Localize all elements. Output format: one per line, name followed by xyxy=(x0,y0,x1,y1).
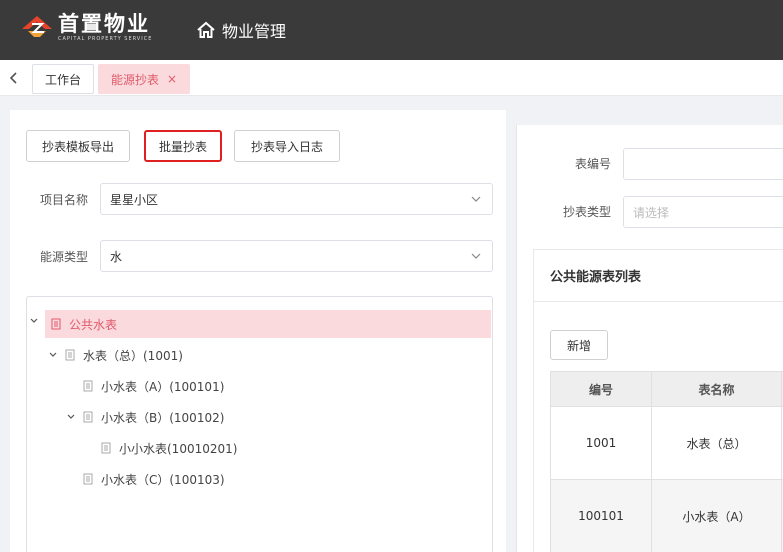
column-header-number[interactable]: 编号 xyxy=(550,372,652,406)
document-icon xyxy=(83,380,93,392)
logo-english-name: CAPITAL PROPERTY SERVICE xyxy=(58,36,153,42)
tree-node-label: 小水表（B）(100102) xyxy=(101,410,225,425)
logo-chinese-name: 首置物业 xyxy=(58,11,150,36)
document-icon xyxy=(65,349,75,361)
tree-node-label: 公共水表 xyxy=(69,317,118,332)
tab-label: 能源抄表 xyxy=(111,72,160,87)
batch-read-button[interactable]: 批量抄表 xyxy=(144,130,222,162)
energy-type-row: 能源类型 水 xyxy=(10,240,506,272)
meter-tree: 公共水表 水表（总）(1001) 小水表（A）(100101) 小水表（B）(1… xyxy=(26,296,493,552)
document-icon xyxy=(51,318,61,330)
chevron-down-icon xyxy=(471,196,481,202)
public-meter-list-card: 公共能源表列表 新增 编号 表名称 1001 水表（总） 100101 小水表（… xyxy=(533,249,783,552)
import-log-button[interactable]: 抄表导入日志 xyxy=(234,130,340,162)
top-header: 首置物业 CAPITAL PROPERTY SERVICE 物业管理 xyxy=(0,0,783,60)
cell-number: 1001 xyxy=(550,407,652,479)
project-select-value: 星星小区 xyxy=(110,192,159,207)
document-icon xyxy=(101,442,111,454)
energy-type-select[interactable]: 水 xyxy=(100,240,493,272)
app-title[interactable]: 物业管理 xyxy=(196,18,286,42)
caret-down-icon[interactable] xyxy=(47,349,59,361)
project-label: 项目名称 xyxy=(40,193,89,207)
read-type-placeholder: 请选择 xyxy=(633,205,670,220)
tree-node-label: 小小水表(10010201) xyxy=(119,441,238,456)
caret-down-icon[interactable] xyxy=(29,316,39,326)
company-logo: 首置物业 CAPITAL PROPERTY SERVICE xyxy=(20,12,152,42)
chevron-down-icon xyxy=(471,253,481,259)
meter-table: 编号 表名称 1001 水表（总） 100101 小水表（A） xyxy=(550,371,783,552)
project-row: 项目名称 星星小区 xyxy=(10,183,506,215)
export-template-button[interactable]: 抄表模板导出 xyxy=(26,130,130,162)
tree-node-label: 小水表（C）(100103) xyxy=(101,472,225,487)
tree-node-main-meter[interactable]: 水表（总）(1001) xyxy=(47,341,183,369)
right-panel: 表编号 抄表类型 请选择 公共能源表列表 新增 编号 表名称 1001 水表（总… xyxy=(516,125,783,552)
caret-down-icon[interactable] xyxy=(65,411,77,423)
tree-node-label: 水表（总）(1001) xyxy=(83,348,183,363)
table-row[interactable]: 100101 小水表（A） xyxy=(550,480,783,552)
tree-node-meter-b1[interactable]: 小小水表(10010201) xyxy=(101,434,237,462)
tree-node-meter-c[interactable]: 小水表（C）(100103) xyxy=(83,465,225,493)
card-title: 公共能源表列表 xyxy=(550,270,642,285)
meter-no-input[interactable] xyxy=(623,148,783,180)
cell-number: 100101 xyxy=(550,480,652,552)
home-icon xyxy=(197,21,215,38)
project-select[interactable]: 星星小区 xyxy=(100,183,493,215)
table-header: 编号 表名称 xyxy=(550,372,783,407)
energy-type-select-value: 水 xyxy=(110,249,123,264)
table-row[interactable]: 1001 水表（总） xyxy=(550,407,783,480)
chevron-left-icon[interactable] xyxy=(4,68,24,88)
column-header-name[interactable]: 表名称 xyxy=(652,372,782,406)
read-type-label: 抄表类型 xyxy=(563,205,612,219)
tab-energy-reading[interactable]: 能源抄表 × xyxy=(98,64,191,94)
meter-no-label: 表编号 xyxy=(575,157,612,171)
read-type-select[interactable]: 请选择 xyxy=(623,196,783,228)
cell-name: 小水表（A） xyxy=(652,480,782,552)
add-button[interactable]: 新增 xyxy=(550,330,608,360)
cell-name: 水表（总） xyxy=(652,407,782,479)
tree-node-meter-b[interactable]: 小水表（B）(100102) xyxy=(65,403,224,431)
document-icon xyxy=(83,411,93,423)
tab-workbench[interactable]: 工作台 xyxy=(32,64,95,94)
tab-bar: 工作台 能源抄表 × xyxy=(0,60,783,96)
tree-node-meter-a[interactable]: 小水表（A）(100101) xyxy=(83,372,224,400)
tab-label: 工作台 xyxy=(45,72,82,87)
logo-mark-icon xyxy=(20,12,54,42)
app-title-label: 物业管理 xyxy=(222,22,287,41)
document-icon xyxy=(83,473,93,485)
tree-node-label: 小水表（A）(100101) xyxy=(101,379,225,394)
left-panel: 抄表模板导出 批量抄表 抄表导入日志 项目名称 星星小区 能源类型 水 公共水表… xyxy=(10,110,506,552)
energy-type-label: 能源类型 xyxy=(40,250,89,264)
tree-node-public-water[interactable]: 公共水表 xyxy=(45,310,491,338)
close-icon[interactable]: × xyxy=(167,72,177,86)
divider xyxy=(534,301,783,302)
